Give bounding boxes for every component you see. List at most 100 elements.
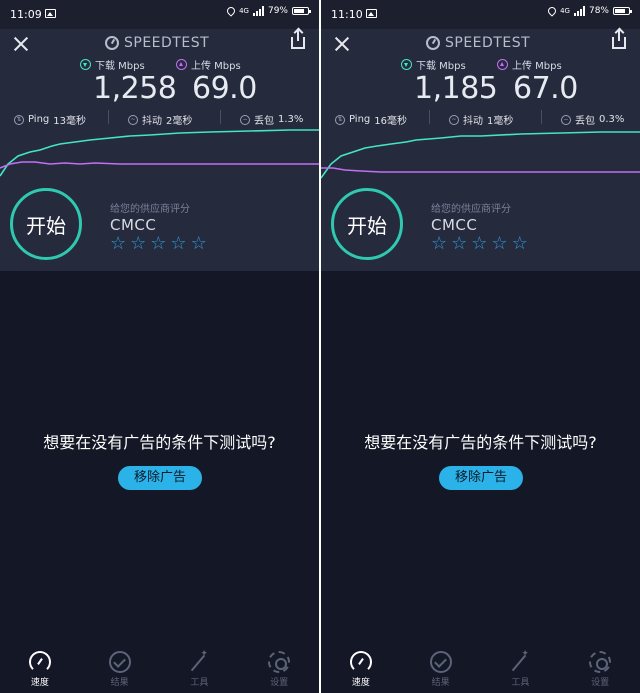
- speedometer-icon: [349, 651, 372, 673]
- location-icon: [225, 5, 237, 17]
- checkmark-icon: [108, 651, 131, 673]
- speed-graph: [0, 129, 319, 177]
- provider-name: CMCC: [431, 216, 478, 234]
- gallery-notification-icon: [45, 9, 56, 18]
- upload-value: 67.0: [513, 71, 578, 106]
- gallery-notification-icon: [366, 9, 377, 18]
- download-value: 1,185: [414, 71, 498, 106]
- battery-icon: [292, 7, 311, 15]
- results-panel: SPEEDTEST 下载 Mbps 上传 Mbps 1,185 67.0 ⇅ P…: [321, 29, 640, 271]
- ping-icon: ⇅: [14, 114, 24, 125]
- download-line: [0, 129, 319, 177]
- status-time: 11:09: [10, 8, 42, 21]
- star-icon[interactable]: ☆: [471, 234, 487, 254]
- app-brand: SPEEDTEST: [426, 35, 530, 51]
- status-bar: 11:09 4G 79%: [0, 0, 319, 29]
- status-time: 11:10: [331, 8, 363, 21]
- remove-ads-button[interactable]: 移除广告: [439, 466, 523, 490]
- tab-bar: 速度 结果 工具 设置: [321, 645, 640, 693]
- close-icon[interactable]: [333, 35, 351, 53]
- star-icon[interactable]: ☆: [512, 234, 528, 254]
- gear-icon: [268, 651, 291, 673]
- star-icon[interactable]: ☆: [130, 234, 146, 254]
- share-icon[interactable]: [291, 29, 305, 49]
- upload-arrow-icon: [176, 59, 187, 70]
- magic-wand-icon: [509, 649, 531, 673]
- divider: [541, 110, 542, 124]
- app-brand: SPEEDTEST: [105, 35, 209, 51]
- gear-icon: [589, 651, 612, 673]
- star-icon[interactable]: ☆: [150, 234, 166, 254]
- ad-free-prompt: 想要在没有广告的条件下测试吗?: [364, 433, 597, 452]
- download-label: 下载 Mbps: [401, 57, 466, 72]
- star-icon[interactable]: ☆: [431, 234, 447, 254]
- rating-stars: ☆ ☆ ☆ ☆ ☆: [431, 234, 528, 254]
- provider-rating-label: 给您的供应商评分: [431, 204, 511, 215]
- close-icon[interactable]: [12, 35, 30, 53]
- rating-stars: ☆ ☆ ☆ ☆ ☆: [110, 234, 207, 254]
- ad-free-prompt: 想要在没有广告的条件下测试吗?: [43, 433, 276, 452]
- signal-icon: [573, 6, 585, 16]
- upload-arrow-icon: [497, 59, 508, 70]
- upload-label: 上传 Mbps: [497, 57, 562, 72]
- download-arrow-icon: [401, 59, 412, 70]
- upload-line: [0, 161, 319, 169]
- tab-tools[interactable]: 工具: [481, 645, 561, 693]
- tab-results[interactable]: 结果: [80, 645, 160, 693]
- network-type: 4G: [239, 6, 249, 15]
- tab-bar: 速度 结果 工具 设置: [0, 645, 319, 693]
- download-label: 下载 Mbps: [80, 57, 145, 72]
- divider: [220, 110, 221, 124]
- star-icon[interactable]: ☆: [491, 234, 507, 254]
- battery-level: [294, 9, 305, 13]
- phone-screen-right: 11:10 4G 78% SPEEDTEST 下载 Mbps 上传 Mbps 1…: [321, 0, 640, 693]
- battery-percent: 78%: [588, 6, 609, 16]
- start-button[interactable]: 开始: [10, 188, 82, 260]
- results-panel: SPEEDTEST 下载 Mbps 上传 Mbps 1,258 69.0 ⇅ P…: [0, 29, 319, 271]
- tab-settings[interactable]: 设置: [239, 645, 319, 693]
- star-icon[interactable]: ☆: [451, 234, 467, 254]
- speedometer-icon: [28, 651, 51, 673]
- checkmark-icon: [429, 651, 452, 673]
- download-arrow-icon: [80, 59, 91, 70]
- share-icon[interactable]: [612, 29, 626, 49]
- packet-loss-icon: −: [240, 114, 250, 125]
- phone-screen-left: 11:09 4G 79% SPEEDTEST 下载 Mbps 上传 Mbps 1…: [0, 0, 319, 693]
- app-title: SPEEDTEST: [445, 35, 531, 51]
- star-icon[interactable]: ☆: [170, 234, 186, 254]
- speed-graph: [321, 131, 640, 179]
- provider-rating: 给您的供应商评分 CMCC ☆ ☆ ☆ ☆ ☆: [110, 200, 207, 254]
- app-title: SPEEDTEST: [124, 35, 210, 51]
- provider-name: CMCC: [110, 216, 157, 234]
- signal-icon: [252, 6, 264, 16]
- star-icon[interactable]: ☆: [191, 234, 207, 254]
- star-icon[interactable]: ☆: [110, 234, 126, 254]
- tab-tools[interactable]: 工具: [160, 645, 240, 693]
- provider-rating-label: 给您的供应商评分: [110, 204, 190, 215]
- screenshot-comparison: 11:09 4G 79% SPEEDTEST 下载 Mbps 上传 Mbps 1…: [0, 0, 640, 693]
- battery-icon: [613, 7, 632, 15]
- upload-label: 上传 Mbps: [176, 57, 241, 72]
- divider: [108, 110, 109, 124]
- tab-speed[interactable]: 速度: [321, 645, 401, 693]
- magic-wand-icon: [188, 649, 210, 673]
- location-icon: [546, 5, 558, 17]
- tab-results[interactable]: 结果: [401, 645, 481, 693]
- speedtest-logo-icon: [426, 36, 440, 50]
- upload-value: 69.0: [192, 71, 257, 106]
- start-button[interactable]: 开始: [331, 188, 403, 260]
- tab-speed[interactable]: 速度: [0, 645, 80, 693]
- battery-level: [615, 9, 626, 13]
- upload-line: [321, 167, 640, 173]
- status-bar: 11:10 4G 78%: [321, 0, 640, 29]
- jitter-icon: ~: [128, 114, 138, 125]
- provider-rating: 给您的供应商评分 CMCC ☆ ☆ ☆ ☆ ☆: [431, 200, 528, 254]
- battery-percent: 79%: [267, 6, 288, 16]
- tab-settings[interactable]: 设置: [560, 645, 640, 693]
- remove-ads-button[interactable]: 移除广告: [118, 466, 202, 490]
- packet-loss-icon: −: [561, 114, 571, 125]
- divider: [429, 110, 430, 124]
- network-type: 4G: [560, 6, 570, 15]
- jitter-icon: ~: [449, 114, 459, 125]
- ping-icon: ⇅: [335, 114, 345, 125]
